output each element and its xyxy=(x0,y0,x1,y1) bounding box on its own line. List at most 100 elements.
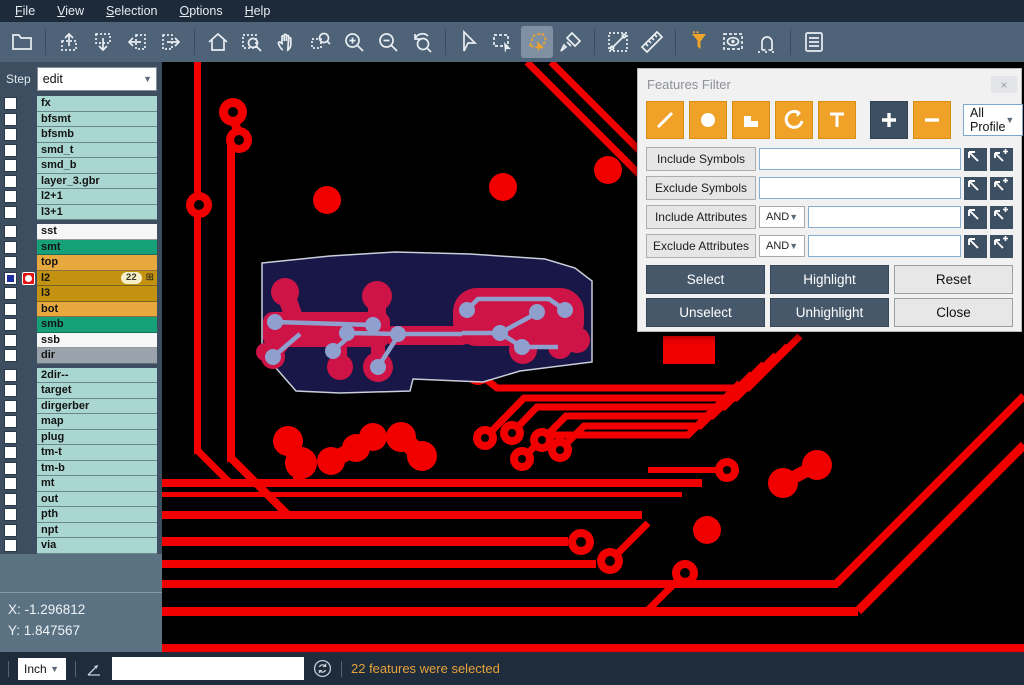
menu-file[interactable]: File xyxy=(4,4,46,18)
layer-name-bar[interactable]: npt xyxy=(37,523,157,539)
unselect-button[interactable]: Unselect xyxy=(646,298,765,327)
layer-row-tm-t[interactable]: tm-t xyxy=(0,445,162,461)
command-input[interactable] xyxy=(112,657,304,680)
layer-row-ssb[interactable]: ssb xyxy=(0,333,162,349)
layer-row-bot[interactable]: bot xyxy=(0,302,162,318)
layer-name-bar[interactable]: ssb xyxy=(37,333,157,349)
tool-measure-ruler[interactable] xyxy=(636,26,668,58)
layer-row-npt[interactable]: npt xyxy=(0,523,162,539)
tool-home-view[interactable] xyxy=(202,26,234,58)
filter-type-surface[interactable] xyxy=(732,101,770,139)
layer-name-bar[interactable]: tm-b xyxy=(37,461,157,477)
layer-name-bar[interactable]: l3+1 xyxy=(37,205,157,221)
filter-type-line[interactable] xyxy=(646,101,684,139)
layer-checkbox[interactable] xyxy=(4,159,17,172)
layer-name-bar[interactable]: smd_b xyxy=(37,158,157,174)
layer-row-map[interactable]: map xyxy=(0,414,162,430)
layer-name-bar[interactable]: map xyxy=(37,414,157,430)
layer-row-fx[interactable]: fx xyxy=(0,96,162,112)
tool-select-pointer[interactable] xyxy=(453,26,485,58)
layer-checkbox[interactable] xyxy=(4,318,17,331)
filter-row-label-button[interactable]: Include Attributes xyxy=(646,205,756,229)
tool-snap-magnet[interactable] xyxy=(751,26,783,58)
active-layer-indicator[interactable] xyxy=(22,272,35,285)
layer-checkbox[interactable] xyxy=(4,462,17,475)
layer-name-bar[interactable]: dir xyxy=(37,348,157,364)
pick-add-button[interactable] xyxy=(990,177,1013,200)
filter-type-arc[interactable] xyxy=(775,101,813,139)
tool-zoom-previous[interactable] xyxy=(406,26,438,58)
layer-row-dirgerber[interactable]: dirgerber xyxy=(0,399,162,415)
step-select[interactable]: edit ▼ xyxy=(37,67,157,91)
layer-name-bar[interactable]: tm-t xyxy=(37,445,157,461)
tool-shift-left[interactable] xyxy=(121,26,153,58)
layer-name-bar[interactable]: l222⊞ xyxy=(37,271,157,287)
layer-name-bar[interactable]: l2+1 xyxy=(37,189,157,205)
tool-pan-hand[interactable] xyxy=(270,26,302,58)
unit-select[interactable]: Inch ▼ xyxy=(18,658,66,680)
layer-row-2dir--[interactable]: 2dir-- xyxy=(0,368,162,384)
menu-view[interactable]: View xyxy=(46,4,95,18)
layer-checkbox[interactable] xyxy=(4,369,17,382)
layer-name-bar[interactable]: dirgerber xyxy=(37,399,157,415)
layer-checkbox[interactable] xyxy=(4,97,17,110)
tool-open-file[interactable] xyxy=(6,26,38,58)
layer-checkbox[interactable] xyxy=(4,287,17,300)
filter-remove-button[interactable] xyxy=(913,101,951,139)
layer-row-smd_t[interactable]: smd_t xyxy=(0,143,162,159)
tool-features-filter[interactable] xyxy=(683,26,715,58)
dialog-title-bar[interactable]: Features Filter × xyxy=(638,69,1021,97)
layer-row-top[interactable]: top xyxy=(0,255,162,271)
menu-options[interactable]: Options xyxy=(168,4,233,18)
layer-checkbox[interactable] xyxy=(4,175,17,188)
filter-add-button[interactable] xyxy=(870,101,908,139)
tool-view-options[interactable] xyxy=(717,26,749,58)
layer-checkbox[interactable] xyxy=(4,493,17,506)
layer-checkbox[interactable] xyxy=(4,256,17,269)
layer-checkbox[interactable] xyxy=(4,128,17,141)
layer-row-smt[interactable]: smt xyxy=(0,240,162,256)
layer-checkbox[interactable] xyxy=(4,225,17,238)
filter-type-text[interactable] xyxy=(818,101,856,139)
layer-checkbox[interactable] xyxy=(4,206,17,219)
logic-operator-select[interactable]: AND▼ xyxy=(759,235,805,257)
filter-value-input[interactable] xyxy=(759,148,961,170)
layer-checkbox[interactable] xyxy=(4,190,17,203)
close-button[interactable]: Close xyxy=(894,298,1013,327)
layer-row-pth[interactable]: pth xyxy=(0,507,162,523)
angle-measure-icon[interactable] xyxy=(85,660,103,678)
layer-checkbox[interactable] xyxy=(4,349,17,362)
tool-shift-up[interactable] xyxy=(53,26,85,58)
pick-button[interactable] xyxy=(964,235,987,258)
tool-zoom-window[interactable] xyxy=(236,26,268,58)
layer-checkbox[interactable] xyxy=(4,539,17,552)
layer-name-bar[interactable]: mt xyxy=(37,476,157,492)
pick-button[interactable] xyxy=(964,177,987,200)
logic-operator-select[interactable]: AND▼ xyxy=(759,206,805,228)
layer-checkbox[interactable] xyxy=(4,241,17,254)
layer-checkbox[interactable] xyxy=(4,431,17,444)
tool-zoom-object[interactable] xyxy=(304,26,336,58)
filter-value-input[interactable] xyxy=(808,206,961,228)
layer-row-sst[interactable]: sst xyxy=(0,224,162,240)
layer-name-bar[interactable]: out xyxy=(37,492,157,508)
layer-row-l2[interactable]: l222⊞ xyxy=(0,271,162,287)
layer-name-bar[interactable]: l3 xyxy=(37,286,157,302)
unhighlight-button[interactable]: Unhighlight xyxy=(770,298,889,327)
layer-row-tm-b[interactable]: tm-b xyxy=(0,461,162,477)
layer-name-bar[interactable]: top xyxy=(37,255,157,271)
layer-row-mt[interactable]: mt xyxy=(0,476,162,492)
layer-name-bar[interactable]: bfsmt xyxy=(37,112,157,128)
layer-row-bfsmt[interactable]: bfsmt xyxy=(0,112,162,128)
layer-checkbox[interactable] xyxy=(4,415,17,428)
layer-checkbox[interactable] xyxy=(4,303,17,316)
pick-button[interactable] xyxy=(964,206,987,229)
layer-row-smb[interactable]: smb xyxy=(0,317,162,333)
sync-icon[interactable] xyxy=(313,659,332,678)
layer-name-bar[interactable]: via xyxy=(37,538,157,554)
pick-add-button[interactable] xyxy=(990,235,1013,258)
filter-row-label-button[interactable]: Include Symbols xyxy=(646,147,756,171)
highlight-button[interactable]: Highlight xyxy=(770,265,889,294)
layer-name-bar[interactable]: 2dir-- xyxy=(37,368,157,384)
tool-select-rectangle[interactable] xyxy=(487,26,519,58)
